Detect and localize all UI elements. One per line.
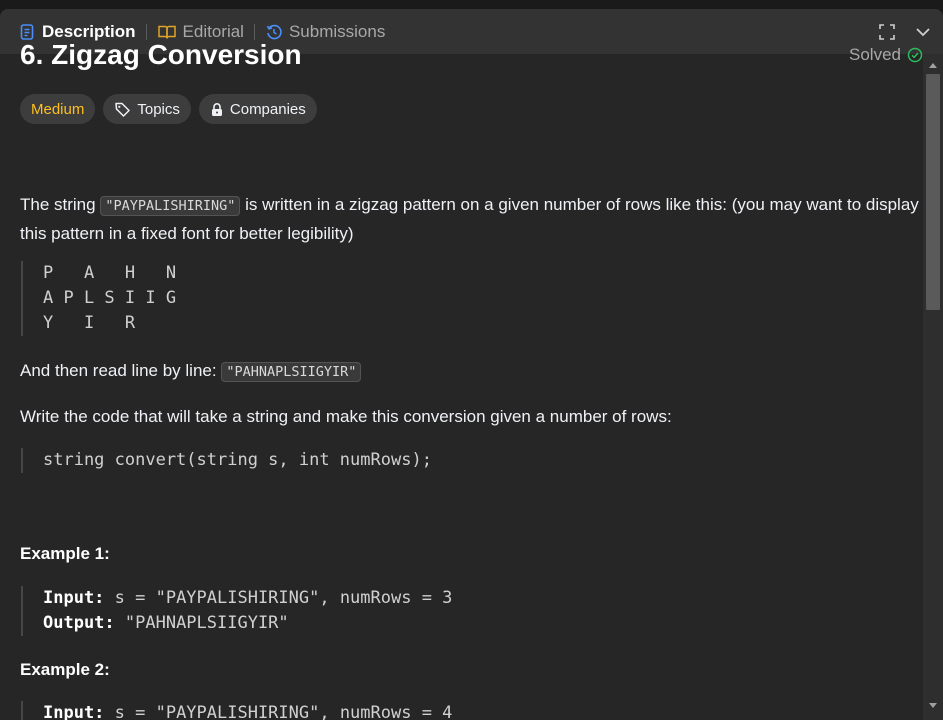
tab-divider (253, 23, 255, 40)
inline-code: "PAYPALISHIRING" (100, 196, 241, 216)
input-label: Input: (43, 703, 105, 720)
tag-icon (115, 102, 131, 117)
output-label: Output: (43, 613, 115, 633)
difficulty-badge[interactable]: Medium (20, 94, 96, 124)
function-signature-block: string convert(string s, int numRows); (21, 448, 432, 473)
scroll-up-arrow-icon[interactable] (929, 63, 937, 68)
solved-label: Solved (849, 45, 901, 64)
lock-icon (211, 102, 222, 116)
scroll-down-arrow-icon[interactable] (929, 703, 937, 708)
topics-label: Topics (137, 100, 180, 118)
description-paragraph-1: The string "PAYPALISHIRING" is written i… (20, 191, 923, 247)
zigzag-pattern-block: P A H N A P L S I I G Y I R (21, 261, 176, 336)
check-circle-icon (907, 47, 923, 63)
description-text: And then read line by line: (20, 361, 222, 380)
vertical-scrollbar[interactable] (923, 54, 943, 720)
example-2-heading: Example 2: (20, 660, 110, 679)
scrollbar-thumb[interactable] (926, 74, 940, 310)
description-icon (20, 23, 34, 40)
book-icon (157, 25, 176, 39)
companies-label: Companies (229, 100, 306, 118)
description-paragraph-2: And then read line by line: "PAHNAPLSIIG… (20, 357, 923, 386)
example-1-heading: Example 1: (20, 544, 110, 563)
description-paragraph-3: Write the code that will take a string a… (20, 403, 923, 430)
description-text: The string (20, 195, 101, 214)
example-1-block: Input: s = "PAYPALISHIRING", numRows = 3… (21, 586, 452, 636)
solved-status: Solved (849, 45, 923, 65)
input-value: s = "PAYPALISHIRING", numRows = 3 (104, 588, 453, 608)
inline-code: "PAHNAPLSIIGYIR" (221, 362, 362, 382)
problem-panel: Description Editorial Submissions 6. Zig… (0, 9, 943, 720)
difficulty-label: Medium (31, 100, 85, 118)
history-icon (266, 24, 282, 39)
title-row: 6. Zigzag Conversion Solved (20, 39, 923, 71)
tab-divider (145, 23, 147, 40)
input-value: s = "PAYPALISHIRING", numRows = 4 (104, 703, 453, 720)
description-text: Write the code that will take a string a… (20, 407, 672, 426)
problem-title: 6. Zigzag Conversion (20, 39, 302, 70)
problem-tags: Medium Topics Companies (20, 94, 317, 124)
output-value: "PAHNAPLSIIGYIR" (114, 613, 289, 633)
input-label: Input: (43, 588, 105, 608)
example-2-block: Input: s = "PAYPALISHIRING", numRows = 4 (21, 701, 452, 720)
companies-button[interactable]: Companies (198, 94, 317, 124)
topics-button[interactable]: Topics (103, 94, 191, 124)
